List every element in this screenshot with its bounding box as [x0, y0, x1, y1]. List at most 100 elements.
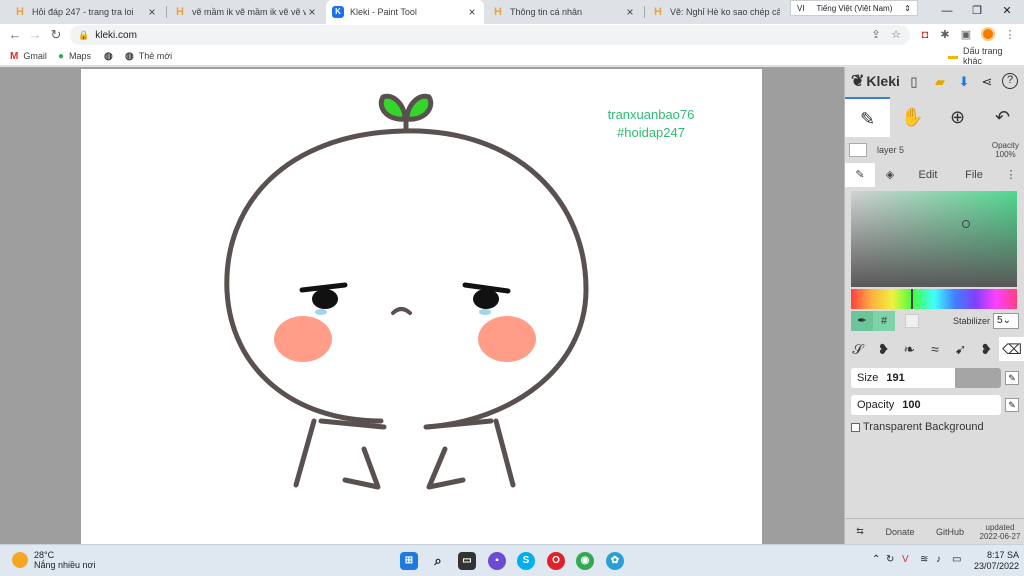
bookmark-label: Thẻ mới [138, 51, 173, 61]
bookmark-new-tab[interactable]: ◍ Thẻ mới [125, 49, 172, 63]
opacity-edit-pen-icon[interactable]: ✎ [1005, 398, 1019, 412]
chrome-icon[interactable]: ◉ [576, 552, 594, 570]
transparent-background-checkbox[interactable] [851, 422, 860, 432]
skype-icon[interactable]: S [517, 552, 535, 570]
close-tab-icon[interactable]: × [146, 5, 158, 19]
tab-edit[interactable]: Edit [905, 163, 951, 187]
tab-hoidap[interactable]: H Hỏi đáp 247 - trang tra loi × [8, 0, 164, 24]
github-link[interactable]: GitHub [925, 527, 975, 537]
bookmark-maps[interactable]: ● Maps [58, 49, 91, 63]
tray-antivirus-icon[interactable]: V [902, 554, 909, 565]
bookmark-label: Gmail [23, 51, 47, 61]
bookmark-globe[interactable]: ◍ [104, 49, 118, 63]
updated-label: updated [985, 522, 1015, 532]
tab-layers[interactable]: ◈ [875, 163, 905, 187]
kleki-logo[interactable]: ❦ Kleki [845, 71, 900, 91]
other-bookmarks[interactable]: ▬ Dấu trang khác [948, 46, 1024, 66]
hex-input-button[interactable]: # [873, 311, 895, 331]
blend-brush-icon[interactable]: ❥ [871, 341, 897, 358]
more-options-icon[interactable]: ⋮ [997, 163, 1024, 187]
eraser-icon[interactable]: ⌫ [999, 337, 1024, 361]
side-panel-icon[interactable]: ▣ [958, 27, 974, 43]
windows-start-icon[interactable]: ⊞ [400, 552, 418, 570]
transparent-background-option[interactable]: Transparent Background [851, 421, 984, 433]
maps-pin-icon: ● [58, 50, 65, 62]
size-slider[interactable]: Size 191 [851, 368, 1001, 388]
color-picker-area[interactable] [851, 191, 1017, 287]
weather-widget[interactable]: 28°C Nắng nhiều nơi [12, 550, 95, 570]
right-arm-line [424, 418, 494, 430]
close-window-icon[interactable]: ✕ [992, 2, 1022, 20]
puzzle-extensions-icon[interactable]: ✱ [937, 27, 953, 43]
kleki-favicon-icon: K [332, 6, 344, 18]
expand-icon[interactable]: ⇕ [904, 4, 911, 13]
open-folder-icon[interactable]: ▰ [931, 73, 949, 91]
zoom-button[interactable]: ⊕ [935, 97, 980, 137]
share-icon[interactable]: ⋖ [978, 73, 996, 91]
tray-expand-icon[interactable]: ⌃ [872, 554, 880, 565]
profile-avatar[interactable] [981, 27, 995, 41]
tab-nghi-he[interactable]: H Vẽ: Nghỉ Hè ko sao chép câu hỏi [646, 0, 786, 24]
tray-sync-icon[interactable]: ↻ [886, 554, 894, 565]
help-icon[interactable]: ? [1002, 73, 1018, 89]
opera-icon[interactable]: O [547, 552, 565, 570]
color-picker-cursor[interactable] [962, 220, 970, 228]
layer-opacity-label: Opacity [991, 141, 1019, 150]
wifi-icon[interactable]: ≋ [920, 554, 928, 565]
close-tab-icon[interactable]: × [306, 5, 318, 19]
drawing-canvas[interactable]: tranxuanbao76 #hoidap247 [81, 69, 762, 544]
teams-chat-icon[interactable]: ▪ [488, 552, 506, 570]
swap-sides-icon[interactable]: ⇆ [845, 526, 875, 537]
size-edit-pen-icon[interactable]: ✎ [1005, 371, 1019, 385]
minimize-icon[interactable]: — [932, 2, 962, 20]
language-popup[interactable]: VI Tiếng Việt (Việt Nam) ⇕ [790, 0, 918, 16]
smudge-brush-icon[interactable]: ❥ [973, 341, 999, 358]
pixel-brush-icon[interactable]: ≈ [922, 341, 948, 357]
layer-row[interactable]: layer 5 Opacity 100% [845, 139, 1024, 161]
donate-link[interactable]: Donate [875, 527, 925, 537]
search-icon[interactable]: ⌕ [429, 552, 447, 570]
close-tab-icon[interactable]: × [624, 5, 636, 19]
forward-arrow-icon[interactable]: → [26, 26, 44, 44]
clock[interactable]: 8:17 SA 23/07/2022 [974, 550, 1019, 572]
tab-brush[interactable]: ✎ [845, 163, 875, 187]
tab-kleki[interactable]: K Kleki - Paint Tool × [326, 0, 484, 24]
new-image-icon[interactable]: ▯ [905, 73, 923, 91]
address-bar[interactable]: 🔒 kleki.com [70, 25, 910, 45]
star-icon[interactable]: ☆ [888, 27, 904, 43]
sketchy-brush-icon[interactable]: ❧ [896, 341, 922, 358]
battery-icon[interactable]: ▭ [952, 554, 961, 565]
extension-red-icon[interactable]: ◘ [917, 27, 933, 43]
secondary-color-swatch[interactable] [905, 314, 919, 328]
hand-tool-button[interactable]: ✋ [890, 97, 935, 137]
undo-redo-button[interactable]: ↶ [980, 97, 1024, 137]
tab-file[interactable]: File [951, 163, 997, 187]
language-name: Tiếng Việt (Việt Nam) [816, 3, 893, 13]
stabilizer-select[interactable]: 5⌄ [993, 313, 1019, 329]
download-icon[interactable]: ⬇ [955, 73, 973, 91]
updated-info[interactable]: updated 2022-06-27 [975, 523, 1024, 541]
task-view-icon[interactable]: ▭ [458, 552, 476, 570]
brush-tool-button[interactable]: ✎ [845, 97, 890, 137]
menu-dots-icon[interactable]: ⋮ [1002, 27, 1018, 43]
tab-thong-tin[interactable]: H Thông tin cá nhân × [486, 0, 642, 24]
reload-icon[interactable]: ↻ [47, 26, 65, 44]
close-tab-icon[interactable]: × [466, 5, 478, 19]
opacity-slider[interactable]: Opacity 100 [851, 395, 1001, 415]
left-cheek [274, 316, 332, 362]
share-icon[interactable]: ⇪ [868, 27, 884, 43]
tab-ve-mam[interactable]: H vẽ mầm ik vẽ mầm ik vẽ vẽ vẽ × [168, 0, 324, 24]
maximize-icon[interactable]: ❐ [962, 2, 992, 20]
back-arrow-icon[interactable]: ← [6, 26, 24, 44]
eyedropper-icon[interactable]: ✒ [851, 311, 873, 331]
hue-slider[interactable] [851, 289, 1017, 309]
app-icon[interactable]: ✿ [606, 552, 624, 570]
language-code: VI [797, 3, 805, 13]
volume-icon[interactable]: ♪ [936, 554, 941, 565]
kleki-logo-icon: ❦ [851, 73, 865, 90]
hue-slider-handle[interactable] [911, 289, 913, 309]
lock-icon[interactable]: 🔒 [78, 30, 89, 41]
pen-brush-icon[interactable]: 𝒮 [845, 341, 871, 358]
chemy-brush-icon[interactable]: ➹ [948, 341, 974, 358]
bookmark-gmail[interactable]: M Gmail [10, 49, 47, 63]
